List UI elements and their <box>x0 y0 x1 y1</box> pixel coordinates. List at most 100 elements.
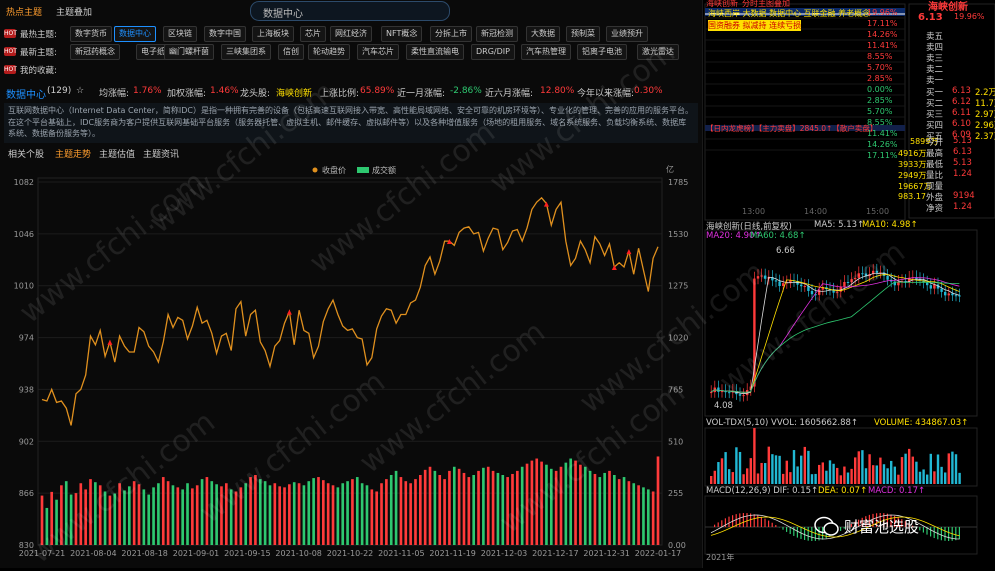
vol-bar <box>940 466 943 484</box>
vol-bar <box>929 453 932 484</box>
volume-bar <box>186 483 189 545</box>
theme-tag[interactable]: 区块链 <box>163 26 197 42</box>
vol-bar <box>821 462 824 484</box>
vol-bar <box>882 464 886 484</box>
y-left-tick: 866 <box>19 489 34 498</box>
vol-bar <box>951 451 954 484</box>
time-tick: 15:00 <box>866 207 890 216</box>
volume-bar <box>443 479 446 545</box>
buy-level-price: 6.11 <box>952 108 971 118</box>
avg-label: 均涨幅: <box>99 89 130 99</box>
info-left-value: 3933万 <box>898 160 927 169</box>
theme-tag[interactable]: 新冠药概念 <box>70 44 120 60</box>
theme-tag[interactable]: DRG/DIP <box>471 44 515 60</box>
vol-bar <box>846 472 850 484</box>
theme-tag[interactable]: 汽车芯片 <box>357 44 399 60</box>
volume-bar <box>161 477 165 545</box>
volume-bar <box>452 466 456 545</box>
theme-tag[interactable]: 数字货币 <box>70 26 112 42</box>
theme-tag[interactable]: 幽门螺杆菌 <box>164 44 214 60</box>
low-price-mark: 4.08 <box>714 401 733 411</box>
pct-scale-tick: 14.26% <box>867 30 898 39</box>
volume-bar <box>331 485 335 545</box>
tab-theme-overlay[interactable]: 主题叠加 <box>56 5 92 18</box>
vol-bar <box>771 454 774 484</box>
time-tick: 14:00 <box>804 207 828 216</box>
tab-theme-trend[interactable]: 主题走势 <box>55 147 91 160</box>
volume-bar <box>419 475 422 545</box>
volume-bar <box>273 483 277 545</box>
volume-bar <box>283 487 286 545</box>
theme-tag[interactable]: 上海板块 <box>252 26 294 42</box>
sell-level-label: 卖一 <box>926 76 944 86</box>
vol-bar <box>767 446 770 484</box>
volume-bar <box>608 470 611 545</box>
x-tick: 2022-01-17 <box>635 549 682 558</box>
volume-bar <box>152 487 155 545</box>
tab-theme-valuation[interactable]: 主题估值 <box>99 147 135 160</box>
theme-tag[interactable]: 预制菜 <box>566 26 600 42</box>
volume-bar <box>385 479 388 545</box>
vol-bar <box>897 474 900 484</box>
volume-bar <box>448 470 451 545</box>
search-input[interactable]: 数据中心 <box>250 1 450 21</box>
month-label: 近一月涨幅: <box>397 89 446 99</box>
volume-bar <box>360 483 364 545</box>
volume-bar <box>656 456 660 545</box>
volume-value: VOLUME: 434867.03↑ <box>874 418 969 428</box>
info-left-value: 983.17 <box>898 192 926 201</box>
theme-tag[interactable]: 分拆上市 <box>430 26 472 42</box>
vol-bar <box>958 472 961 484</box>
month-value: -2.86% <box>450 86 482 96</box>
footer-year: 2021年 <box>706 553 735 562</box>
vol-bar <box>839 475 842 484</box>
theme-tag[interactable]: 新冠检测 <box>476 26 518 42</box>
theme-tag[interactable]: 汽车热管理 <box>521 44 571 60</box>
vol-bar <box>926 474 929 484</box>
tab-hot-themes[interactable]: 热点主题 <box>6 5 42 18</box>
theme-name[interactable]: 数据中心 <box>6 86 46 101</box>
vol-bar <box>720 458 724 484</box>
tab-theme-news[interactable]: 主题资讯 <box>143 147 179 160</box>
theme-tag[interactable]: 大数据 <box>526 26 560 42</box>
pct-scale-tick: 17.11% <box>867 151 898 160</box>
volume-bar <box>191 488 194 545</box>
favorite-star-icon[interactable]: ☆ <box>76 86 84 96</box>
vol-bar <box>728 469 731 484</box>
vol-bar <box>713 470 716 484</box>
theme-tag[interactable]: 芯片 <box>300 26 326 42</box>
vol-title: VOL-TDX(5,10) VVOL: 1605662.88↑ <box>706 418 859 428</box>
ma60-value: MA60: 4.68↑ <box>750 231 806 241</box>
theme-tag[interactable]: NFT概念 <box>381 26 423 42</box>
info-value: 6.13 <box>953 147 972 157</box>
vol-bar <box>864 468 868 484</box>
tab-related-stocks[interactable]: 相关个股 <box>8 147 44 160</box>
theme-tag[interactable]: 网红经济 <box>330 26 372 42</box>
volume-bar <box>632 483 636 545</box>
theme-tag[interactable]: 轮动趋势 <box>308 44 350 60</box>
volume-bar <box>627 481 631 545</box>
volume-bar <box>288 484 291 545</box>
volume-bar <box>651 491 655 545</box>
vol-bar <box>944 472 947 484</box>
theme-tag[interactable]: 数据中心 <box>114 26 156 42</box>
volume-bar <box>642 487 645 545</box>
volume-bar <box>365 485 369 545</box>
vol-bar <box>857 451 860 484</box>
vol-bar <box>746 468 749 484</box>
theme-tag[interactable]: 铝离子电池 <box>577 44 627 60</box>
theme-tag[interactable]: 三峡集团系 <box>221 44 271 60</box>
volume-bar <box>394 470 398 545</box>
row-label: 最热主题: <box>20 30 57 40</box>
volume-bar <box>292 482 296 545</box>
theme-tag[interactable]: 数字中国 <box>204 26 246 42</box>
volume-bar <box>268 485 272 545</box>
vol-bar <box>933 471 936 484</box>
volume-bar <box>307 481 311 545</box>
y-left-tick: 1046 <box>14 230 34 239</box>
theme-tag[interactable]: 业绩预升 <box>606 26 648 42</box>
theme-tag[interactable]: 柔性直流输电 <box>406 44 464 60</box>
x-tick: 2021-11-05 <box>378 549 425 558</box>
legend-volume-label: 成交额 <box>372 165 396 175</box>
theme-tag[interactable]: 信创 <box>278 44 304 60</box>
